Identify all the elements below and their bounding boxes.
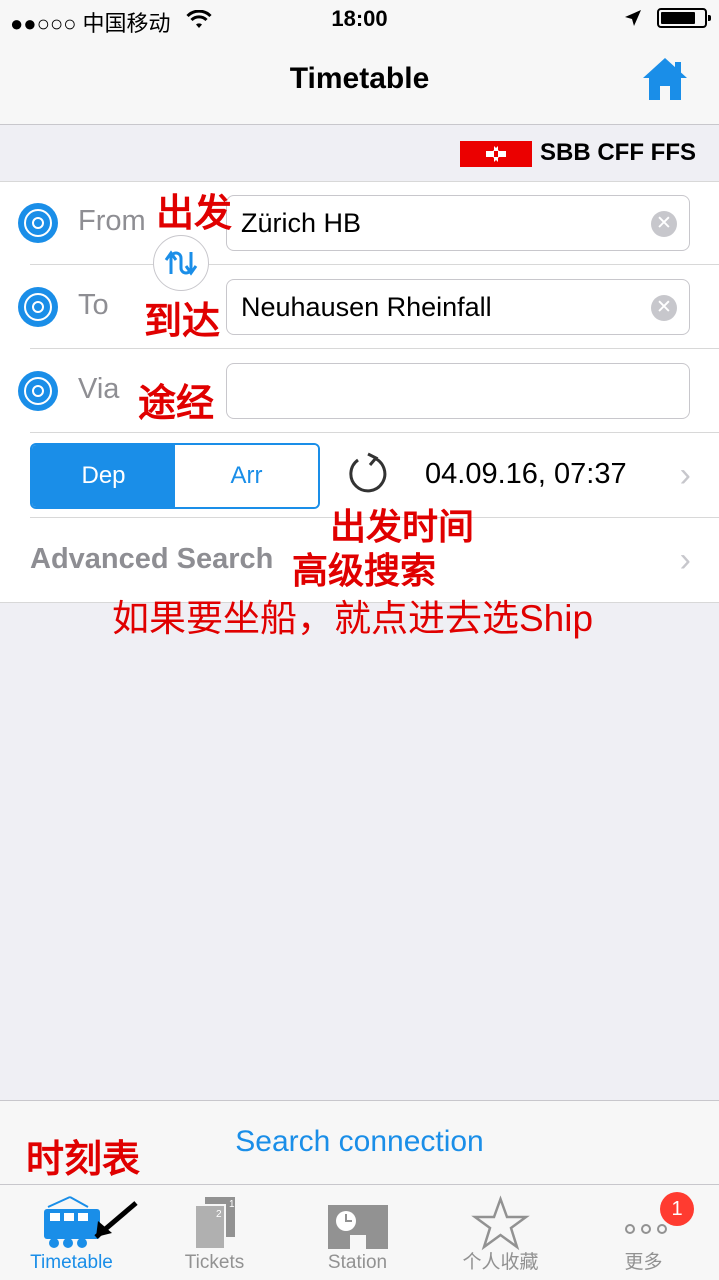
chevron-right-icon: › bbox=[679, 541, 691, 579]
tab-timetable[interactable]: Timetable bbox=[0, 1185, 143, 1280]
status-time: 18:00 bbox=[331, 6, 388, 31]
chevron-right-icon: › bbox=[679, 456, 691, 494]
location-target-icon[interactable] bbox=[18, 287, 58, 327]
arr-segment[interactable]: Arr bbox=[175, 445, 318, 507]
via-label: Via bbox=[78, 373, 120, 405]
svg-text:2: 2 bbox=[216, 1209, 222, 1220]
annotation-advanced-search: 高级搜索 bbox=[292, 550, 437, 591]
battery-icon bbox=[657, 8, 711, 28]
divider bbox=[30, 432, 719, 433]
advanced-search-link[interactable]: Advanced Search bbox=[30, 543, 273, 576]
swap-icon bbox=[164, 250, 198, 276]
tab-bar: Timetable 2 1 Tickets Station 个人收藏 更多 bbox=[0, 1184, 719, 1280]
tab-label: Station bbox=[327, 1252, 388, 1273]
swap-button[interactable] bbox=[153, 235, 209, 291]
notification-badge: 1 bbox=[660, 1192, 694, 1226]
tickets-icon: 2 1 bbox=[194, 1197, 235, 1250]
tab-more[interactable]: 更多 bbox=[572, 1185, 715, 1280]
tab-label: 个人收藏 bbox=[462, 1252, 539, 1273]
tab-label: Timetable bbox=[30, 1252, 113, 1273]
tab-station[interactable]: Station bbox=[286, 1185, 429, 1280]
home-icon[interactable] bbox=[639, 54, 691, 104]
dep-segment[interactable]: Dep bbox=[32, 445, 175, 507]
sbb-logo-icon bbox=[460, 141, 532, 167]
station-icon bbox=[328, 1205, 388, 1249]
tab-favorites[interactable]: 个人收藏 bbox=[429, 1185, 572, 1280]
page-title: Timetable bbox=[289, 62, 430, 95]
location-target-icon[interactable] bbox=[18, 203, 58, 243]
from-label: From bbox=[78, 205, 146, 237]
refresh-icon[interactable] bbox=[346, 452, 388, 496]
annotation-ship-hint: 如果要坐船，就点进去选Ship bbox=[112, 598, 594, 639]
tab-label: Tickets bbox=[184, 1252, 245, 1273]
status-bar: ●●○○○ 中国移动 18:00 bbox=[0, 0, 719, 40]
brand-bar: SBB CFF FFS bbox=[0, 125, 719, 181]
from-value: Zürich HB bbox=[241, 208, 362, 238]
annotation-via: 途经 bbox=[138, 383, 215, 425]
from-row: From Zürich HB ✕ bbox=[0, 181, 719, 265]
clear-icon[interactable]: ✕ bbox=[651, 211, 677, 237]
star-icon bbox=[471, 1195, 530, 1251]
via-field[interactable] bbox=[226, 363, 690, 419]
dep-arr-toggle[interactable]: Dep Arr bbox=[30, 443, 320, 509]
location-arrow-icon bbox=[625, 10, 641, 26]
train-icon bbox=[44, 1196, 138, 1248]
datetime-value[interactable]: 04.09.16, 07:37 bbox=[425, 458, 627, 491]
to-field[interactable]: Neuhausen Rheinfall ✕ bbox=[226, 279, 690, 335]
annotation-to: 到达 bbox=[144, 301, 221, 343]
from-field[interactable]: Zürich HB ✕ bbox=[226, 195, 690, 251]
tab-label: 更多 bbox=[624, 1252, 663, 1273]
via-row: Via bbox=[0, 349, 719, 433]
to-row: To Neuhausen Rheinfall ✕ bbox=[0, 265, 719, 349]
annotation-timetable: 时刻表 bbox=[26, 1139, 141, 1181]
brand-name: SBB CFF FFS bbox=[540, 139, 696, 166]
navigation-bar: Timetable bbox=[0, 40, 719, 125]
to-value: Neuhausen Rheinfall bbox=[241, 292, 492, 322]
svg-text:1: 1 bbox=[229, 1199, 235, 1210]
more-dots-icon bbox=[625, 1224, 667, 1234]
clear-icon[interactable]: ✕ bbox=[651, 295, 677, 321]
annotation-from: 出发 bbox=[156, 193, 233, 235]
tab-tickets[interactable]: 2 1 Tickets bbox=[143, 1185, 286, 1280]
location-target-icon[interactable] bbox=[18, 371, 58, 411]
to-label: To bbox=[78, 289, 109, 321]
